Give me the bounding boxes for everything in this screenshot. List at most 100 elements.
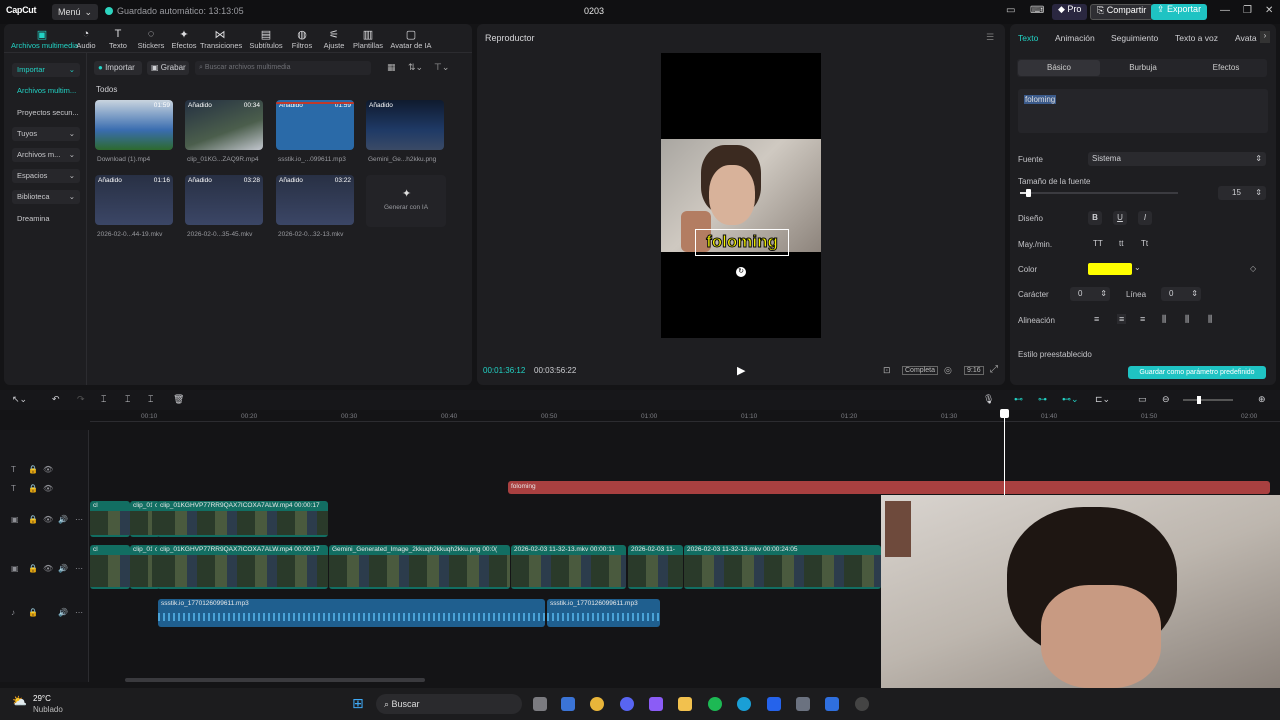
undo-icon[interactable]: ↶ [52, 394, 60, 405]
align-vertical-alt-icon[interactable]: ⫼ [1208, 314, 1212, 325]
main-clip[interactable]: 2026-02-03 11-32-13.mkv 00:00:24:05 [684, 545, 881, 589]
generate-ai-card[interactable]: ✦ Generar con IA [366, 175, 446, 227]
bold-icon[interactable]: B [1088, 211, 1102, 225]
text-input-area[interactable]: foloming [1018, 89, 1268, 133]
underline-icon[interactable]: U [1113, 211, 1127, 225]
speaker-icon[interactable]: 🔊 [58, 608, 68, 617]
media-thumbnail[interactable]: Añadido 03:22 [276, 175, 354, 225]
subtab[interactable]: Burbuja [1102, 60, 1184, 76]
sidebar-item[interactable]: Biblioteca ⌄ [12, 190, 80, 204]
overlay-clip[interactable]: clip_01KGHVP77RR9QAX7ICOXA7ALW.mp4 00:00… [157, 501, 328, 537]
snapshot-icon[interactable]: ◎ [944, 365, 952, 376]
align-right-icon[interactable]: ≡ [1140, 314, 1145, 324]
case-lower[interactable]: tt [1119, 239, 1123, 248]
tabs-next-icon[interactable]: › [1260, 31, 1270, 43]
select-tool-icon[interactable]: ↖⌄ [12, 394, 27, 405]
redo-icon[interactable]: ↷ [77, 394, 85, 405]
case-title[interactable]: Tt [1141, 239, 1148, 248]
preview-canvas[interactable]: foloming ↻ [661, 53, 821, 338]
taskbar-search[interactable]: ⌕ Buscar [376, 694, 522, 714]
media-thumbnail[interactable]: Añadido 03:28 [185, 175, 263, 225]
linkage-icon[interactable]: ⊷⌄ [1062, 394, 1079, 405]
speaker-icon[interactable]: 🔊 [58, 515, 68, 524]
media-thumbnail[interactable]: Añadido 01:16 [95, 175, 173, 225]
zoom-slider-knob[interactable] [1197, 396, 1201, 404]
toolbar-item-avatar[interactable]: ▢ Avatar de IA [388, 28, 434, 50]
toolbar-item-effects[interactable]: ✦ Efectos [164, 28, 204, 50]
sidebar-item[interactable]: Espacios ⌄ [12, 169, 80, 183]
fullscreen-icon[interactable]: ⤢ [990, 364, 998, 375]
zoom-out-icon[interactable]: ⊖ [1162, 394, 1170, 405]
char-input[interactable]: 0 ⇕ [1070, 287, 1110, 301]
text-clip[interactable]: foloming [508, 481, 1270, 494]
lock-icon[interactable]: 🔒 [28, 484, 38, 493]
properties-tab[interactable]: Avata [1235, 33, 1257, 43]
menu-button[interactable]: Menú ⌄ [52, 4, 99, 20]
eye-icon[interactable]: 👁 [43, 515, 53, 524]
align-center-icon[interactable]: ≡ [1117, 314, 1127, 324]
sidebar-item[interactable]: Dreamina [12, 212, 80, 226]
close-icon[interactable]: ✕ [1265, 5, 1273, 16]
main-clip[interactable]: clip_01KGHVP77RR9QAX7ICOXA7ALW.mp4 00:00… [157, 545, 328, 589]
align-justify-icon[interactable]: ⫼ [1162, 314, 1166, 325]
player-menu-icon[interactable]: ☰ [986, 32, 994, 43]
sidebar-item[interactable]: Proyectos secun... [12, 106, 80, 120]
media-thumbnail[interactable]: 01:59 [95, 100, 173, 150]
chrome-icon[interactable] [590, 697, 604, 711]
lock-icon[interactable]: 🔒 [28, 515, 38, 524]
lock-icon[interactable]: 🔒 [28, 465, 38, 474]
store-icon[interactable] [561, 697, 575, 711]
speaker-icon[interactable]: 🔊 [58, 564, 68, 573]
lock-icon[interactable]: 🔒 [28, 564, 38, 573]
import-button[interactable]: ● Importar [94, 61, 142, 75]
line-input[interactable]: 0 ⇕ [1161, 287, 1201, 301]
zoom-in-icon[interactable]: ⊕ [1258, 394, 1266, 405]
color-swatch[interactable] [1088, 263, 1132, 275]
size-slider-track[interactable] [1020, 189, 1178, 197]
properties-tab[interactable]: Texto a voz [1175, 33, 1218, 43]
playhead-handle[interactable] [1000, 409, 1009, 418]
filter-icon[interactable]: ⊤⌄ [434, 62, 449, 73]
eye-icon[interactable]: 👁 [43, 564, 53, 573]
media-thumbnail[interactable]: Añadido 01:59 [276, 100, 354, 150]
more-icon[interactable]: ⋯ [75, 608, 83, 617]
align-left-icon[interactable]: ≡ [1094, 314, 1099, 324]
captions-icon[interactable]: ▭ [1138, 394, 1147, 405]
quality-button[interactable]: Completa [902, 366, 938, 375]
maximize-icon[interactable]: ❐ [1243, 5, 1252, 16]
main-clip[interactable]: 2026-02-03 11- [628, 545, 683, 589]
sidebar-item[interactable]: Archivos multim... [12, 84, 80, 98]
timeline-scrollbar[interactable] [125, 678, 425, 682]
export-button[interactable]: ⇪ Exportar [1151, 4, 1208, 20]
snap-icon[interactable]: ⊶ [1038, 394, 1047, 405]
properties-tab[interactable]: Seguimiento [1111, 33, 1158, 43]
audio-clip[interactable]: ssstik.io_1770126099611.mp3 [158, 599, 545, 627]
eye-icon[interactable]: 👁 [43, 465, 53, 474]
delete-left-icon[interactable]: ⌶ [125, 394, 130, 405]
weather-temp[interactable]: 29°C [33, 694, 51, 703]
delete-right-icon[interactable]: ⌶ [148, 394, 153, 405]
sort-icon[interactable]: ⇅⌄ [408, 62, 423, 73]
media-search[interactable]: ⌕ Buscar archivos multimedia [195, 61, 371, 75]
file-explorer-icon[interactable] [678, 697, 692, 711]
main-clip[interactable]: 2026-02-03 11-32-13.mkv 00:00:11 [511, 545, 626, 589]
case-upper[interactable]: TT [1093, 239, 1103, 248]
copilot-icon[interactable] [649, 697, 663, 711]
layout-icon[interactable]: ▭ [1006, 5, 1015, 16]
subtab[interactable]: Efectos [1185, 60, 1267, 76]
audio-clip[interactable]: ssstik.io_1770126099611.mp3 [547, 599, 660, 627]
minimize-icon[interactable]: — [1220, 5, 1230, 16]
save-preset-button[interactable]: Guardar como parámetro predefinido [1128, 366, 1266, 379]
zoom-slider[interactable] [1183, 396, 1233, 404]
lock-icon[interactable]: 🔒 [28, 608, 38, 617]
crop-icon[interactable]: ⊡ [883, 365, 891, 376]
color-dropdown-icon[interactable]: ⌄ [1134, 263, 1141, 272]
size-input[interactable]: 15 ⇕ [1218, 186, 1266, 200]
keyframe-icon[interactable]: ◇ [1250, 264, 1256, 273]
keyboard-icon[interactable]: ⌨ [1030, 5, 1044, 16]
play-icon[interactable]: ▶ [737, 364, 745, 377]
more-icon[interactable]: ⋯ [75, 515, 83, 524]
media-thumbnail[interactable]: Añadido [366, 100, 444, 150]
subtab[interactable]: Básico [1018, 60, 1100, 76]
toolbar-item-transition[interactable]: ⋈ Transiciones [200, 28, 242, 50]
